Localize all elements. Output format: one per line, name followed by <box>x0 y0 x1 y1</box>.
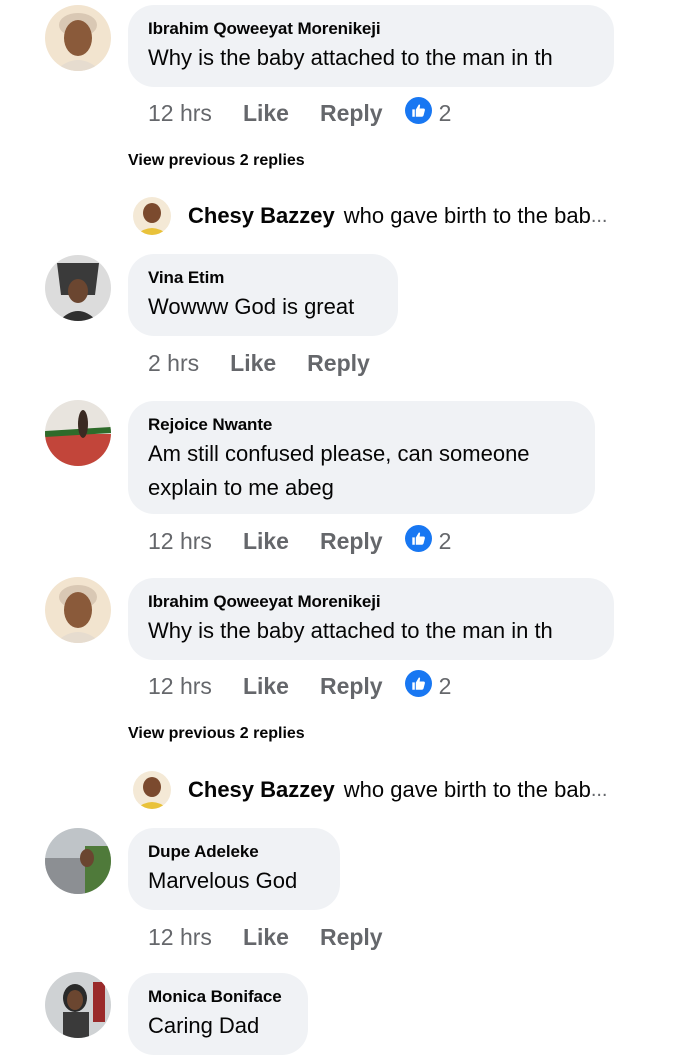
comment-time[interactable]: 12 hrs <box>148 673 212 700</box>
like-icon <box>404 669 432 703</box>
reply-text: who gave birth to the bab <box>343 203 591 228</box>
comment-text: Caring Dad <box>148 1013 260 1038</box>
comment-time[interactable]: 12 hrs <box>148 924 212 951</box>
avatar[interactable] <box>45 972 111 1038</box>
comment-time[interactable]: 12 hrs <box>148 100 212 127</box>
comment-text: Marvelous God <box>148 868 298 893</box>
reply-button[interactable]: Reply <box>320 924 383 951</box>
like-icon <box>404 524 432 558</box>
like-icon <box>404 96 432 130</box>
view-previous-replies[interactable]: View previous 2 replies <box>128 725 305 743</box>
comment-author[interactable]: Ibrahim Qoweeyat Morenikeji <box>148 591 594 613</box>
comment-actions: 12 hrs Like Reply <box>148 922 383 952</box>
like-button[interactable]: Like <box>243 528 289 555</box>
ellipsis: ... <box>590 204 608 227</box>
reply-button[interactable]: Reply <box>320 528 383 555</box>
comment-author[interactable]: Vina Etim <box>148 267 378 289</box>
reply-author[interactable]: Chesy Bazzey <box>188 777 335 803</box>
avatar[interactable] <box>45 400 111 466</box>
comment-author[interactable]: Monica Boniface <box>148 986 288 1008</box>
reply-preview[interactable]: Chesy Bazzey who gave birth to the bab..… <box>133 196 607 236</box>
reaction-count[interactable]: 2 <box>404 669 452 703</box>
comment-bubble: Ibrahim Qoweeyat Morenikeji Why is the b… <box>128 5 614 87</box>
comment-actions: 12 hrs Like Reply 2 <box>148 669 452 703</box>
view-previous-replies[interactable]: View previous 2 replies <box>128 152 305 170</box>
comment-text: Why is the baby attached to the man in t… <box>148 45 553 70</box>
comment-actions: 12 hrs Like Reply 2 <box>148 524 452 558</box>
comment-author[interactable]: Rejoice Nwante <box>148 414 575 436</box>
reply-preview[interactable]: Chesy Bazzey who gave birth to the bab..… <box>133 770 607 810</box>
like-button[interactable]: Like <box>243 924 289 951</box>
comment-text: Wowww God is great <box>148 294 355 319</box>
avatar <box>133 197 171 235</box>
ellipsis: ... <box>590 778 608 801</box>
comment-time[interactable]: 2 hrs <box>148 350 199 377</box>
comment-text: Why is the baby attached to the man in t… <box>148 618 553 643</box>
reply-button[interactable]: Reply <box>320 673 383 700</box>
comment-time[interactable]: 12 hrs <box>148 528 212 555</box>
like-button[interactable]: Like <box>243 673 289 700</box>
comment-text: explain to me abeg <box>148 475 334 500</box>
reaction-count[interactable]: 2 <box>404 524 452 558</box>
comment-bubble: Vina Etim Wowww God is great <box>128 254 398 336</box>
reply-button[interactable]: Reply <box>320 100 383 127</box>
avatar[interactable] <box>45 577 111 643</box>
comment-text: Am still confused please, can someone <box>148 441 530 466</box>
avatar[interactable] <box>45 255 111 321</box>
like-count: 2 <box>438 672 452 699</box>
avatar[interactable] <box>45 5 111 71</box>
like-count: 2 <box>438 99 452 126</box>
avatar[interactable] <box>45 828 111 894</box>
like-button[interactable]: Like <box>230 350 276 377</box>
comment-bubble: Ibrahim Qoweeyat Morenikeji Why is the b… <box>128 578 614 660</box>
comment-author[interactable]: Ibrahim Qoweeyat Morenikeji <box>148 18 594 40</box>
avatar <box>133 771 171 809</box>
comment-actions: 2 hrs Like Reply <box>148 348 370 378</box>
comment-bubble: Monica Boniface Caring Dad <box>128 973 308 1055</box>
like-count: 2 <box>438 527 452 554</box>
reply-text: who gave birth to the bab <box>343 777 591 802</box>
reply-author[interactable]: Chesy Bazzey <box>188 203 335 229</box>
comment-bubble: Dupe Adeleke Marvelous God <box>128 828 340 910</box>
reply-button[interactable]: Reply <box>307 350 370 377</box>
like-button[interactable]: Like <box>243 100 289 127</box>
comment-bubble: Rejoice Nwante Am still confused please,… <box>128 401 595 514</box>
reaction-count[interactable]: 2 <box>404 96 452 130</box>
comment-actions: 12 hrs Like Reply 2 <box>148 96 452 130</box>
comment-author[interactable]: Dupe Adeleke <box>148 841 320 863</box>
